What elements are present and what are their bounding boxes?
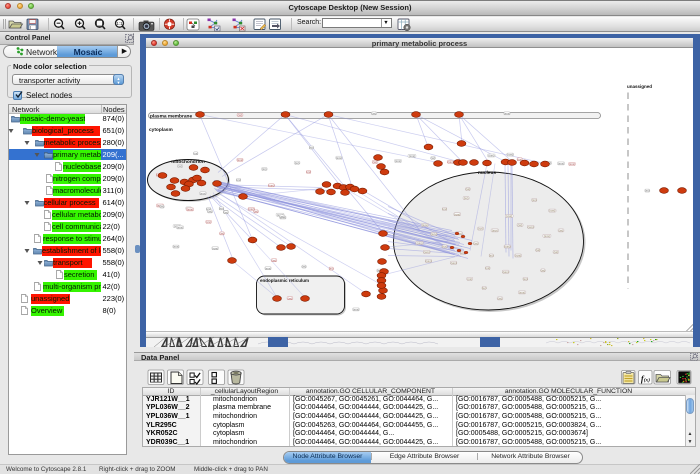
svg-text:(xx): (xx) xyxy=(288,296,293,300)
svg-text:(xx): (xx) xyxy=(559,228,564,232)
svg-text:(xxx): (xxx) xyxy=(212,246,218,250)
svg-text:(xxx): (xxx) xyxy=(451,260,457,264)
svg-text:(xxx): (xxx) xyxy=(177,225,183,229)
svg-text:(xx): (xx) xyxy=(306,169,311,173)
svg-text:(xx): (xx) xyxy=(474,241,479,245)
svg-text:(xxx): (xxx) xyxy=(515,253,521,257)
svg-text:(xx): (xx) xyxy=(498,296,503,300)
svg-text:unassigned: unassigned xyxy=(627,84,652,89)
svg-text:(xx): (xx) xyxy=(160,204,165,208)
svg-text:(xx): (xx) xyxy=(372,111,377,115)
svg-text:(xxx): (xxx) xyxy=(431,232,437,236)
svg-text:(xxx): (xxx) xyxy=(336,155,342,159)
svg-text:(xx): (xx) xyxy=(238,113,243,117)
svg-text:(xx): (xx) xyxy=(554,250,559,254)
svg-text:(xxx): (xxx) xyxy=(544,233,550,237)
svg-text:(xx): (xx) xyxy=(295,160,300,164)
svg-text:1:1: 1:1 xyxy=(116,21,123,26)
svg-text:(xx): (xx) xyxy=(478,226,483,230)
svg-text:(xx): (xx) xyxy=(523,276,528,280)
svg-text:(xxx): (xxx) xyxy=(504,111,510,115)
svg-text:(xxx): (xxx) xyxy=(504,244,510,248)
svg-text:(xx): (xx) xyxy=(224,210,229,214)
svg-text:(xx): (xx) xyxy=(309,145,314,149)
svg-text:(xxx): (xxx) xyxy=(173,244,179,248)
svg-text:(xx): (xx) xyxy=(518,223,523,227)
svg-text:(xxx): (xxx) xyxy=(492,228,498,232)
svg-text:(xxx): (xxx) xyxy=(454,212,460,216)
svg-text:endoplasmic reticulum: endoplasmic reticulum xyxy=(260,278,309,283)
svg-text:(xx): (xx) xyxy=(482,285,487,289)
svg-text:(xxx): (xxx) xyxy=(558,161,564,165)
svg-text:(xx): (xx) xyxy=(262,167,267,171)
svg-text:(xx): (xx) xyxy=(485,266,490,270)
svg-text:(xx): (xx) xyxy=(302,264,307,268)
svg-text:(xxx): (xxx) xyxy=(488,153,494,157)
svg-text:(xxx): (xxx) xyxy=(395,159,401,163)
svg-text:(xxx): (xxx) xyxy=(237,157,243,161)
svg-text:(xx): (xx) xyxy=(489,253,494,257)
svg-text:(xx): (xx) xyxy=(254,209,259,213)
svg-text:(xxx): (xxx) xyxy=(409,154,415,158)
svg-text:(xx): (xx) xyxy=(236,177,241,181)
svg-text:(xx): (xx) xyxy=(645,188,650,192)
svg-text:(xx): (xx) xyxy=(442,207,447,211)
svg-text:(xxx): (xxx) xyxy=(353,307,359,311)
svg-text:(xx): (xx) xyxy=(208,209,213,213)
svg-text:(xxx): (xxx) xyxy=(506,214,512,218)
svg-text:(xx): (xx) xyxy=(272,258,277,262)
svg-text:(xxx): (xxx) xyxy=(424,250,430,254)
svg-text:(xxx): (xxx) xyxy=(528,224,534,228)
svg-text:(xxx): (xxx) xyxy=(569,162,575,166)
svg-text:(xx): (xx) xyxy=(220,231,225,235)
svg-text:(xx): (xx) xyxy=(464,196,469,200)
svg-text:(xxx): (xxx) xyxy=(519,290,525,294)
svg-text:(xxx): (xxx) xyxy=(425,259,431,263)
svg-text:(xxx): (xxx) xyxy=(416,241,422,245)
svg-text:(xxx): (xxx) xyxy=(503,269,509,273)
svg-text:(xxx): (xxx) xyxy=(447,159,453,163)
svg-text:plasma membrane: plasma membrane xyxy=(150,113,192,119)
svg-text:(xx): (xx) xyxy=(329,266,334,270)
svg-text:(xx): (xx) xyxy=(536,248,541,252)
svg-text:cytoplasm: cytoplasm xyxy=(149,127,173,133)
svg-text:(xxx): (xxx) xyxy=(200,191,206,195)
svg-text:(xx): (xx) xyxy=(541,268,546,272)
svg-text:nucleus: nucleus xyxy=(478,170,496,176)
svg-text:(xxx): (xxx) xyxy=(422,223,428,227)
svg-text:mitochondrion: mitochondrion xyxy=(171,159,205,165)
svg-text:(xx): (xx) xyxy=(442,244,447,248)
svg-text:(xxx): (xxx) xyxy=(549,208,555,212)
svg-text:(xx): (xx) xyxy=(280,214,285,218)
svg-text:(xx): (xx) xyxy=(467,276,472,280)
svg-text:(xx): (xx) xyxy=(466,187,471,191)
svg-text:(xx): (xx) xyxy=(193,151,198,155)
svg-text:(xx): (xx) xyxy=(532,198,537,202)
svg-text:(xxx): (xxx) xyxy=(507,152,513,156)
svg-text:(xxx): (xxx) xyxy=(265,266,271,270)
svg-text:(xxx): (xxx) xyxy=(268,183,274,187)
svg-text:(xx): (xx) xyxy=(431,156,436,160)
svg-text:(xxx): (xxx) xyxy=(187,207,193,211)
svg-text:(xx): (xx) xyxy=(206,219,211,223)
